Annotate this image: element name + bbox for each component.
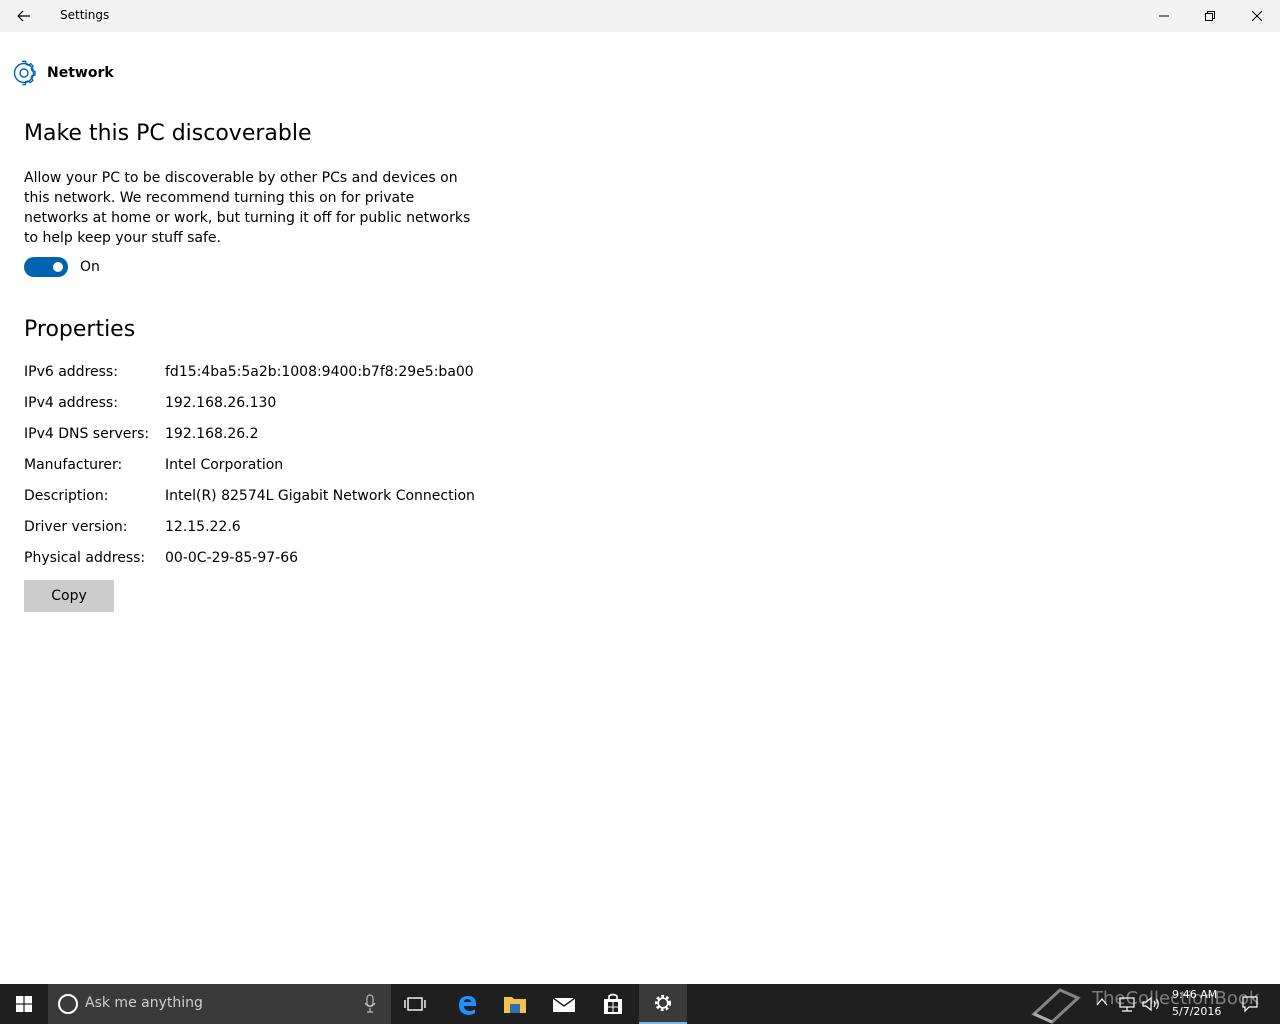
close-button[interactable] bbox=[1234, 0, 1280, 32]
property-value: 192.168.26.130 bbox=[165, 395, 277, 411]
book-watermark-icon bbox=[1031, 988, 1081, 1024]
cortana-icon bbox=[58, 994, 78, 1014]
discoverable-heading: Make this PC discoverable bbox=[24, 121, 312, 146]
folder-icon bbox=[504, 997, 526, 1013]
property-value: 192.168.26.2 bbox=[165, 426, 259, 442]
clock-time[interactable]: 9:46 AM bbox=[1172, 988, 1217, 1001]
page-header: Network bbox=[11, 59, 114, 87]
property-label: Manufacturer: bbox=[24, 457, 123, 473]
taskbar: Ask me anything TheCollectionBook 9:46 A… bbox=[0, 984, 1280, 1024]
windows-logo-icon bbox=[16, 996, 32, 1012]
copy-button[interactable]: Copy bbox=[24, 580, 114, 612]
action-center-icon[interactable] bbox=[1241, 995, 1259, 1013]
page-title: Network bbox=[47, 65, 114, 81]
property-value: Intel(R) 82574L Gigabit Network Connecti… bbox=[165, 488, 475, 504]
property-label: Physical address: bbox=[24, 550, 146, 566]
close-icon bbox=[1252, 11, 1262, 21]
restore-button[interactable] bbox=[1187, 0, 1233, 32]
store-button[interactable] bbox=[589, 984, 637, 1024]
properties-heading: Properties bbox=[24, 317, 136, 342]
network-icon[interactable] bbox=[1118, 995, 1136, 1013]
window-title: Settings bbox=[60, 8, 110, 22]
minimize-button[interactable] bbox=[1141, 0, 1187, 32]
property-label: IPv4 DNS servers: bbox=[24, 426, 150, 442]
back-button[interactable] bbox=[0, 0, 48, 32]
clock-date[interactable]: 5/7/2016 bbox=[1172, 1005, 1221, 1018]
toggle-state-label: On bbox=[80, 259, 100, 275]
start-button[interactable] bbox=[0, 984, 48, 1024]
mail-icon bbox=[552, 997, 576, 1012]
file-explorer-button[interactable] bbox=[491, 984, 539, 1024]
volume-icon[interactable] bbox=[1141, 995, 1161, 1013]
store-icon bbox=[604, 993, 622, 1014]
search-placeholder: Ask me anything bbox=[85, 995, 203, 1011]
microphone-icon[interactable] bbox=[364, 994, 376, 1014]
property-value: 12.15.22.6 bbox=[165, 519, 241, 535]
search-box[interactable]: Ask me anything bbox=[48, 984, 391, 1024]
property-label: Description: bbox=[24, 488, 109, 504]
settings-taskbar-button[interactable] bbox=[639, 984, 687, 1024]
task-view-button[interactable] bbox=[391, 984, 439, 1024]
property-label: Driver version: bbox=[24, 519, 128, 535]
minimize-icon bbox=[1159, 15, 1169, 17]
gear-icon bbox=[654, 994, 672, 1012]
discoverable-toggle[interactable] bbox=[24, 257, 68, 277]
restore-icon bbox=[1205, 11, 1215, 21]
title-bar: Settings bbox=[0, 0, 1280, 32]
chevron-up-icon[interactable] bbox=[1096, 997, 1108, 1007]
property-label: IPv6 address: bbox=[24, 364, 118, 380]
gear-icon bbox=[13, 60, 36, 86]
toggle-knob bbox=[53, 262, 63, 272]
task-view-icon bbox=[404, 997, 426, 1011]
discoverable-description: Allow your PC to be discoverable by othe… bbox=[24, 170, 471, 246]
back-arrow-icon bbox=[17, 10, 30, 22]
property-label: IPv4 address: bbox=[24, 395, 118, 411]
edge-browser-icon bbox=[459, 996, 476, 1015]
edge-button[interactable] bbox=[443, 984, 491, 1024]
property-value: Intel Corporation bbox=[165, 457, 284, 473]
mail-button[interactable] bbox=[540, 984, 588, 1024]
property-value: fd15:4ba5:5a2b:1008:9400:b7f8:29e5:ba00 bbox=[165, 364, 474, 380]
property-value: 00-0C-29-85-97-66 bbox=[165, 550, 299, 566]
